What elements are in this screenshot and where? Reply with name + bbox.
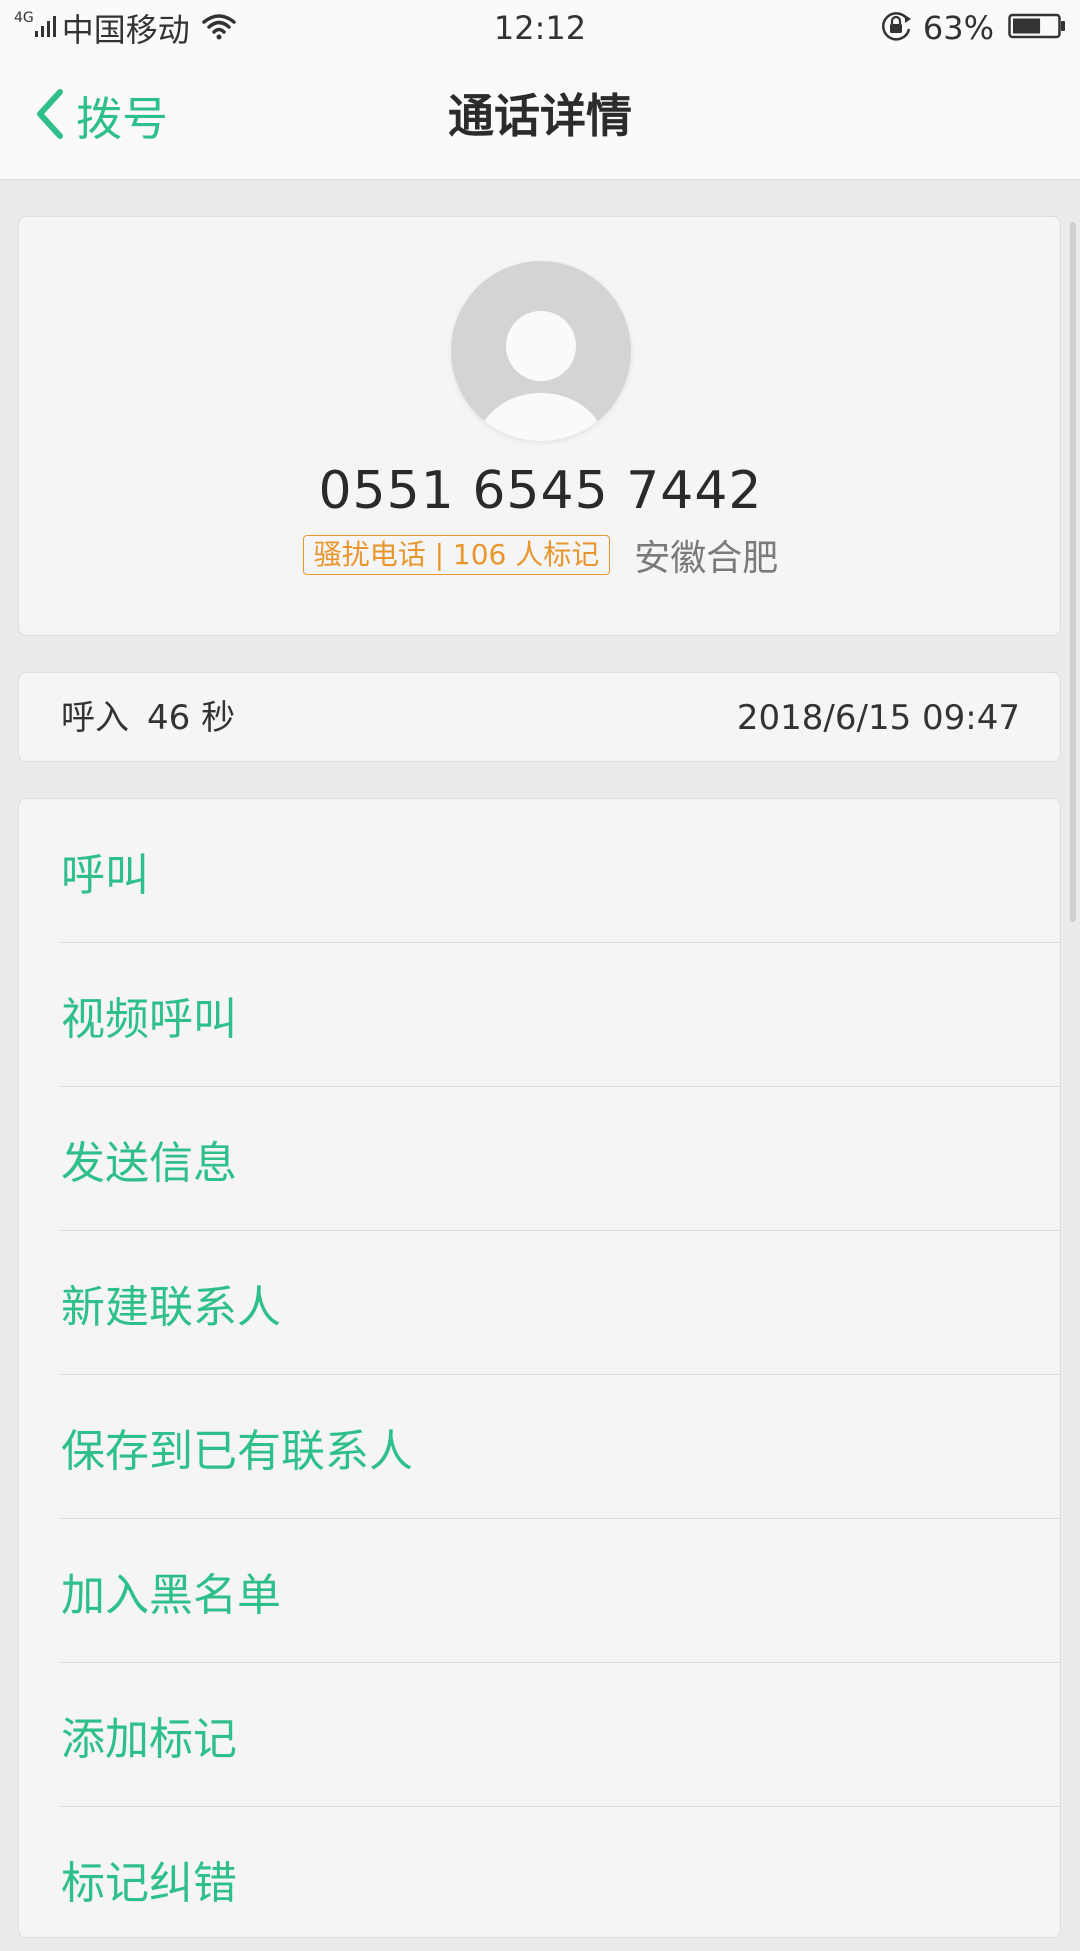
call-record-card: 呼入 46 秒 2018/6/15 09:47 — [18, 672, 1061, 762]
action-add-mark[interactable]: 添加标记 — [61, 1663, 1060, 1807]
page-title: 通话详情 — [448, 89, 632, 143]
action-send-message[interactable]: 发送信息 — [61, 1087, 1060, 1231]
call-info: 呼入 46 秒 — [61, 673, 235, 763]
status-right: 63% — [879, 8, 1066, 48]
location-label: 安徽合肥 — [634, 538, 779, 579]
call-datetime: 2018/6/15 09:47 — [736, 698, 1020, 738]
actions-card: 呼叫 视频呼叫 发送信息 新建联系人 保存到已有联系人 加入黑名单 添加标记 标… — [18, 798, 1061, 1938]
status-bar: 4G 中国移动 12:12 63% — [0, 0, 1080, 56]
action-call[interactable]: 呼叫 — [61, 799, 1060, 943]
rotation-lock-icon — [879, 9, 913, 47]
contact-tags: 骚扰电话 | 106 人标记 安徽合肥 — [19, 529, 1062, 581]
action-label: 新建联系人 — [61, 1281, 281, 1333]
battery-icon — [1008, 13, 1066, 43]
battery-percent: 63% — [922, 9, 994, 47]
avatar — [451, 261, 631, 441]
phone-number: 0551 6545 7442 — [318, 461, 763, 521]
action-correct-mark[interactable]: 标记纠错 — [61, 1807, 1060, 1951]
nav-bar: 拨号 通话详情 — [0, 56, 1080, 180]
action-label: 添加标记 — [61, 1713, 237, 1765]
avatar-body — [476, 393, 606, 441]
contact-card: 0551 6545 7442 骚扰电话 | 106 人标记 安徽合肥 — [18, 216, 1061, 636]
action-label: 呼叫 — [61, 849, 149, 901]
action-video-call[interactable]: 视频呼叫 — [61, 943, 1060, 1087]
action-label: 视频呼叫 — [61, 993, 237, 1045]
spam-badge: 骚扰电话 | 106 人标记 — [302, 535, 611, 575]
call-duration: 46 秒 — [147, 698, 236, 738]
action-label: 保存到已有联系人 — [61, 1425, 413, 1477]
action-new-contact[interactable]: 新建联系人 — [61, 1231, 1060, 1375]
action-label: 发送信息 — [61, 1137, 237, 1189]
action-label: 标记纠错 — [61, 1858, 237, 1909]
scrollbar[interactable] — [1070, 222, 1076, 922]
call-direction: 呼入 — [61, 698, 129, 738]
action-save-to-existing[interactable]: 保存到已有联系人 — [61, 1375, 1060, 1519]
action-label: 加入黑名单 — [61, 1569, 281, 1621]
action-add-blacklist[interactable]: 加入黑名单 — [61, 1519, 1060, 1663]
avatar-head — [506, 311, 576, 381]
